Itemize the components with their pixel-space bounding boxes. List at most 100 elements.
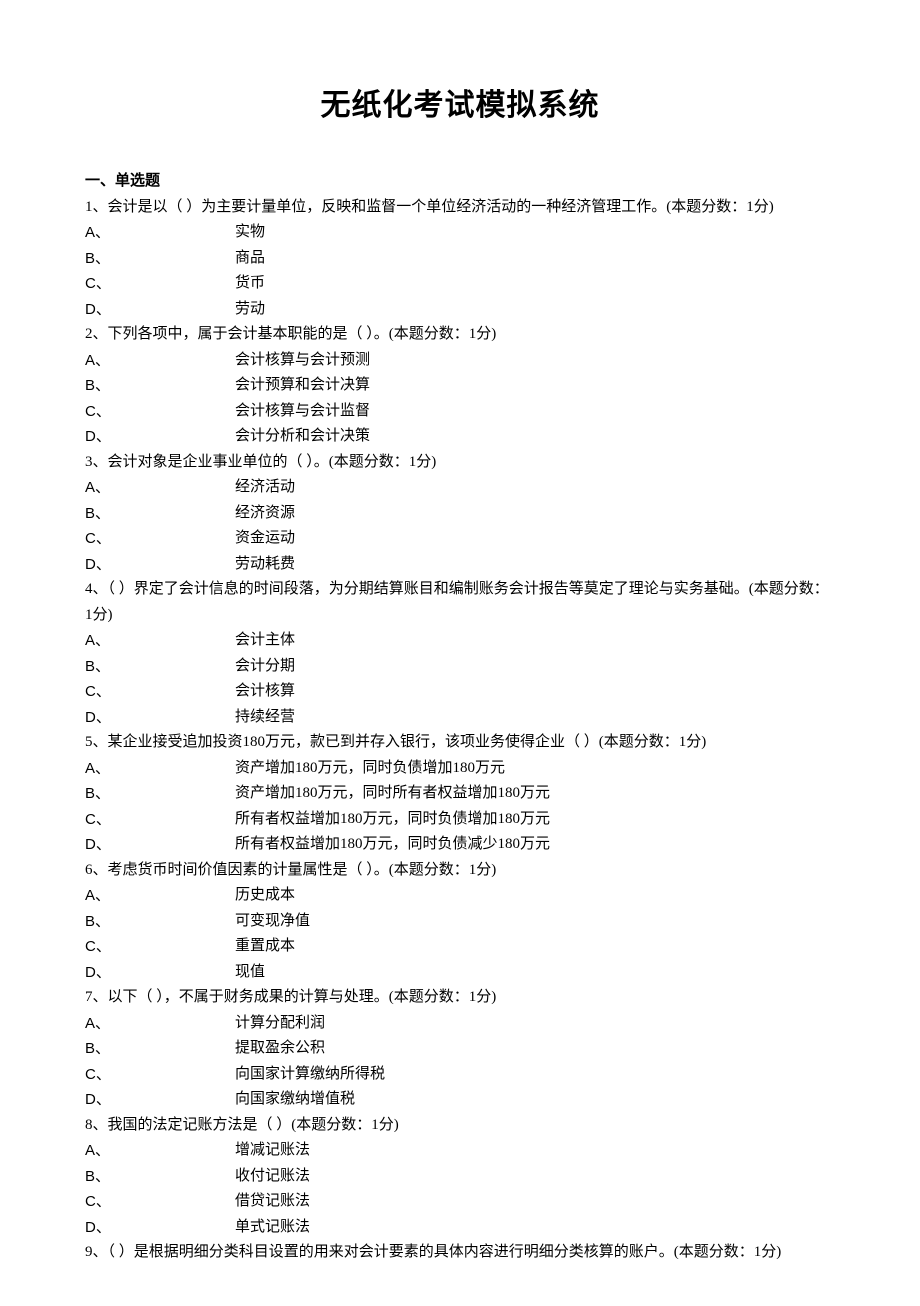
option-text: 实物: [235, 220, 835, 246]
option-text: 资产增加180万元，同时所有者权益增加180万元: [235, 781, 835, 807]
option-row: B、资产增加180万元，同时所有者权益增加180万元: [85, 781, 835, 807]
option-row: C、借贷记账法: [85, 1189, 835, 1215]
option-label: B、: [85, 501, 235, 527]
option-text: 持续经营: [235, 705, 835, 731]
option-row: A、资产增加180万元，同时负债增加180万元: [85, 756, 835, 782]
option-text: 货币: [235, 271, 835, 297]
option-text: 会计分析和会计决策: [235, 424, 835, 450]
option-label: A、: [85, 220, 235, 246]
option-label: B、: [85, 1036, 235, 1062]
option-row: D、所有者权益增加180万元，同时负债减少180万元: [85, 832, 835, 858]
option-text: 现值: [235, 960, 835, 986]
option-label: B、: [85, 654, 235, 680]
option-label: C、: [85, 807, 235, 833]
option-label: A、: [85, 883, 235, 909]
option-row: C、会计核算与会计监督: [85, 399, 835, 425]
section-header: 一、单选题: [85, 169, 835, 195]
option-text: 可变现净值: [235, 909, 835, 935]
option-text: 向国家计算缴纳所得税: [235, 1062, 835, 1088]
option-label: C、: [85, 271, 235, 297]
option-row: D、劳动耗费: [85, 552, 835, 578]
option-row: A、会计主体: [85, 628, 835, 654]
option-label: D、: [85, 832, 235, 858]
option-row: D、单式记账法: [85, 1215, 835, 1241]
option-row: D、劳动: [85, 297, 835, 323]
option-row: D、向国家缴纳增值税: [85, 1087, 835, 1113]
option-label: A、: [85, 1011, 235, 1037]
option-text: 收付记账法: [235, 1164, 835, 1190]
option-row: B、提取盈余公积: [85, 1036, 835, 1062]
option-text: 重置成本: [235, 934, 835, 960]
question-stem: 5、某企业接受追加投资180万元，款已到并存入银行，该项业务使得企业（ ）(本题…: [85, 730, 835, 756]
option-label: B、: [85, 909, 235, 935]
option-text: 单式记账法: [235, 1215, 835, 1241]
option-text: 借贷记账法: [235, 1189, 835, 1215]
option-text: 资产增加180万元，同时负债增加180万元: [235, 756, 835, 782]
option-label: D、: [85, 552, 235, 578]
option-row: D、持续经营: [85, 705, 835, 731]
option-label: A、: [85, 1138, 235, 1164]
option-row: D、会计分析和会计决策: [85, 424, 835, 450]
option-row: C、货币: [85, 271, 835, 297]
option-row: A、增减记账法: [85, 1138, 835, 1164]
option-label: D、: [85, 424, 235, 450]
option-text: 会计分期: [235, 654, 835, 680]
question-stem: 4、（ ）界定了会计信息的时间段落，为分期结算账目和编制账务会计报告等莫定了理论…: [85, 577, 835, 628]
question-stem: 6、考虑货币时间价值因素的计量属性是（ ）。(本题分数：1分): [85, 858, 835, 884]
page-title: 无纸化考试模拟系统: [85, 80, 835, 124]
option-row: A、实物: [85, 220, 835, 246]
option-text: 经济活动: [235, 475, 835, 501]
option-text: 经济资源: [235, 501, 835, 527]
option-row: B、可变现净值: [85, 909, 835, 935]
question-stem: 7、以下（ ），不属于财务成果的计算与处理。(本题分数：1分): [85, 985, 835, 1011]
option-row: A、计算分配利润: [85, 1011, 835, 1037]
question-stem: 1、会计是以（ ）为主要计量单位，反映和监督一个单位经济活动的一种经济管理工作。…: [85, 195, 835, 221]
question-stem: 3、会计对象是企业事业单位的（ ）。(本题分数：1分): [85, 450, 835, 476]
page-content: 无纸化考试模拟系统 一、单选题 1、会计是以（ ）为主要计量单位，反映和监督一个…: [0, 0, 920, 1306]
option-row: C、所有者权益增加180万元，同时负债增加180万元: [85, 807, 835, 833]
option-row: B、会计分期: [85, 654, 835, 680]
option-label: D、: [85, 705, 235, 731]
option-label: C、: [85, 526, 235, 552]
option-label: C、: [85, 399, 235, 425]
option-label: C、: [85, 934, 235, 960]
option-label: C、: [85, 1189, 235, 1215]
option-row: C、资金运动: [85, 526, 835, 552]
option-text: 资金运动: [235, 526, 835, 552]
option-text: 劳动耗费: [235, 552, 835, 578]
option-row: C、向国家计算缴纳所得税: [85, 1062, 835, 1088]
option-label: D、: [85, 1087, 235, 1113]
option-label: B、: [85, 373, 235, 399]
option-text: 会计核算与会计预测: [235, 348, 835, 374]
option-text: 向国家缴纳增值税: [235, 1087, 835, 1113]
option-label: A、: [85, 475, 235, 501]
option-label: D、: [85, 960, 235, 986]
option-label: A、: [85, 348, 235, 374]
option-row: A、经济活动: [85, 475, 835, 501]
option-text: 计算分配利润: [235, 1011, 835, 1037]
option-label: D、: [85, 297, 235, 323]
option-text: 会计主体: [235, 628, 835, 654]
option-label: C、: [85, 1062, 235, 1088]
option-row: D、现值: [85, 960, 835, 986]
option-text: 所有者权益增加180万元，同时负债减少180万元: [235, 832, 835, 858]
option-text: 历史成本: [235, 883, 835, 909]
option-row: B、收付记账法: [85, 1164, 835, 1190]
option-row: A、历史成本: [85, 883, 835, 909]
questions-list: 1、会计是以（ ）为主要计量单位，反映和监督一个单位经济活动的一种经济管理工作。…: [85, 195, 835, 1266]
question-stem: 2、下列各项中，属于会计基本职能的是（ ）。(本题分数：1分): [85, 322, 835, 348]
option-label: B、: [85, 781, 235, 807]
option-label: A、: [85, 756, 235, 782]
option-text: 劳动: [235, 297, 835, 323]
option-row: C、会计核算: [85, 679, 835, 705]
option-label: B、: [85, 1164, 235, 1190]
option-row: B、经济资源: [85, 501, 835, 527]
option-row: B、会计预算和会计决算: [85, 373, 835, 399]
question-stem: 8、我国的法定记账方法是（ ）(本题分数：1分): [85, 1113, 835, 1139]
option-row: B、商品: [85, 246, 835, 272]
option-text: 会计预算和会计决算: [235, 373, 835, 399]
option-label: C、: [85, 679, 235, 705]
question-stem: 9、（ ）是根据明细分类科目设置的用来对会计要素的具体内容进行明细分类核算的账户…: [85, 1240, 835, 1266]
option-row: A、会计核算与会计预测: [85, 348, 835, 374]
option-text: 会计核算与会计监督: [235, 399, 835, 425]
